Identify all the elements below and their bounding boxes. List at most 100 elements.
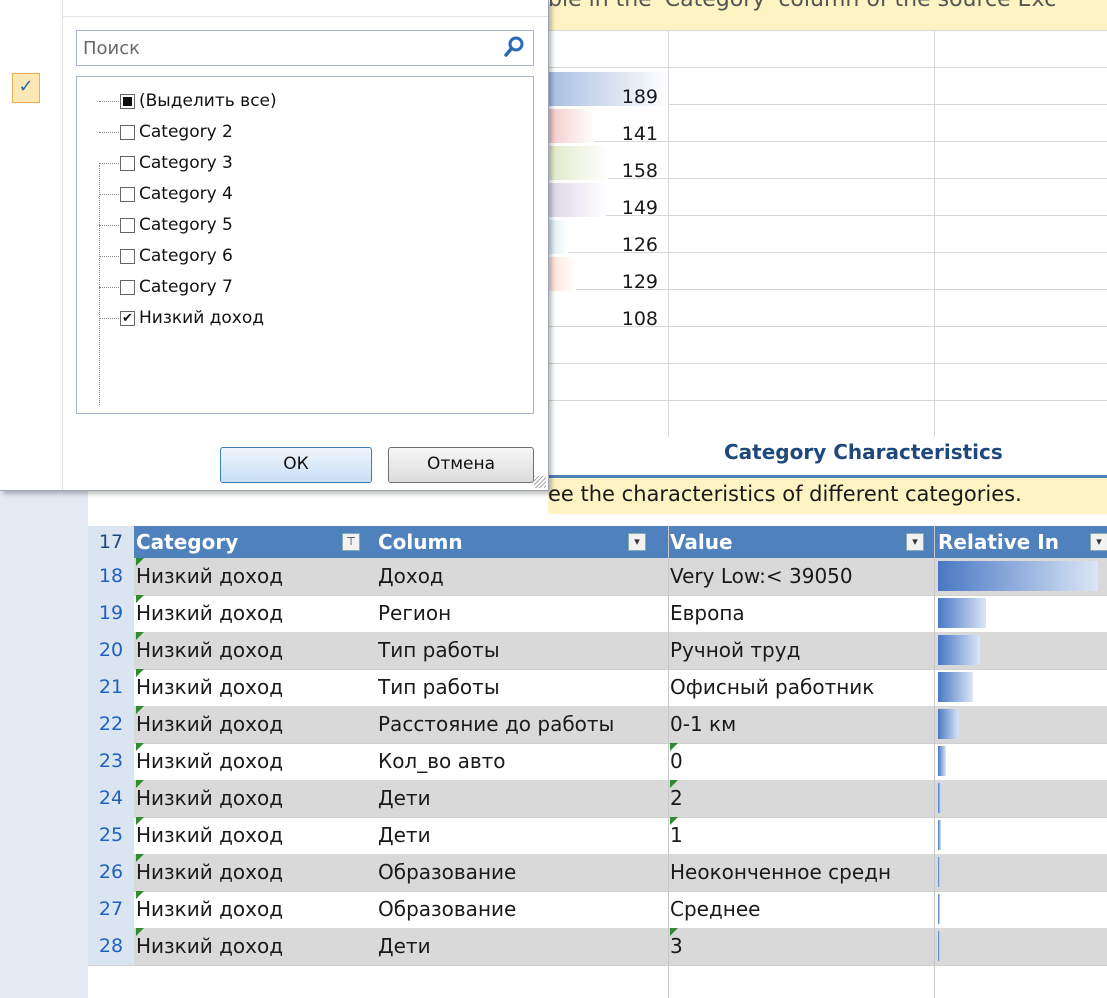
grid-line: [934, 30, 935, 437]
row-number[interactable]: 28: [88, 928, 134, 965]
spreadsheet-window: ble in the 'Category' column of the sour…: [0, 0, 1107, 998]
row-number[interactable]: 20: [88, 632, 134, 669]
cell-category[interactable]: Низкий доход: [136, 743, 376, 780]
cell-column[interactable]: Расстояние до работы: [378, 706, 668, 743]
cell-value[interactable]: 3: [670, 928, 935, 965]
relative-impact-bar: [938, 598, 986, 628]
error-indicator-icon: [136, 743, 144, 751]
error-indicator-icon: [136, 891, 144, 899]
cell-column[interactable]: Тип работы: [378, 669, 668, 706]
resize-grip-icon[interactable]: [534, 476, 546, 488]
cancel-button[interactable]: Отмена: [388, 447, 534, 483]
cell-column[interactable]: Доход: [378, 558, 668, 595]
section-desc: ee the characteristics of different cate…: [548, 482, 1022, 506]
table-row: 18 Низкий доход Доход Very Low:< 39050: [88, 558, 1107, 596]
relative-impact-bar: [938, 561, 1098, 591]
cell-category[interactable]: Низкий доход: [136, 780, 376, 817]
error-indicator-icon: [136, 632, 144, 640]
cell-value[interactable]: 0: [670, 743, 935, 780]
cell-category[interactable]: Низкий доход: [136, 891, 376, 928]
checkmark-icon[interactable]: ✓: [12, 73, 40, 103]
dialog-menu-column: ✓: [0, 0, 63, 490]
tree-connector: [99, 87, 119, 102]
table-header-row: 17 Category ⊤ Column ▾ Value ▾ Relative …: [88, 526, 1107, 558]
cell-value[interactable]: 129: [548, 263, 658, 301]
cell-value[interactable]: Ручной труд: [670, 632, 935, 669]
table-row: 24 Низкий доход Дети 2: [88, 780, 1107, 818]
cell-value[interactable]: Неоконченное средн: [670, 854, 935, 891]
cell-category[interactable]: Низкий доход: [136, 928, 376, 965]
row-number[interactable]: 24: [88, 780, 134, 817]
filter-dropdown-icon[interactable]: ▾: [1090, 533, 1107, 551]
cell-category[interactable]: Низкий доход: [136, 854, 376, 891]
cell-category[interactable]: Низкий доход: [136, 632, 376, 669]
table-row: 25 Низкий доход Дети 1: [88, 817, 1107, 855]
error-indicator-icon: [136, 780, 144, 788]
relative-impact-bar: [938, 635, 980, 665]
header-column[interactable]: Column: [378, 526, 628, 558]
error-indicator-icon: [670, 780, 678, 788]
cell-value[interactable]: 2: [670, 780, 935, 817]
filter-dropdown-icon[interactable]: ▾: [628, 533, 646, 551]
error-indicator-icon: [670, 928, 678, 936]
cell-category[interactable]: Низкий доход: [136, 669, 376, 706]
cell-category[interactable]: Низкий доход: [136, 817, 376, 854]
search-input[interactable]: [81, 33, 495, 63]
filter-item-label: Category 6: [139, 246, 233, 266]
filter-active-icon[interactable]: ⊤: [342, 533, 360, 551]
search-icon[interactable]: [503, 35, 525, 59]
cell-value[interactable]: 0-1 км: [670, 706, 935, 743]
error-indicator-icon: [136, 558, 144, 566]
row-number[interactable]: 23: [88, 743, 134, 780]
header-category[interactable]: Category: [136, 526, 366, 558]
cell-column[interactable]: Регион: [378, 595, 668, 632]
tree-connector: [99, 118, 119, 133]
checkbox[interactable]: [120, 218, 135, 233]
tree-connector: [99, 273, 119, 288]
checkbox[interactable]: [120, 280, 135, 295]
cell-value[interactable]: Европа: [670, 595, 935, 632]
header-value[interactable]: Value: [670, 526, 920, 558]
cell-column[interactable]: Тип работы: [378, 632, 668, 669]
error-indicator-icon: [136, 854, 144, 862]
filter-dropdown-icon[interactable]: ▾: [906, 533, 924, 551]
grid-line: [548, 400, 1107, 401]
checkbox[interactable]: [120, 125, 135, 140]
divider: [62, 16, 548, 17]
cell-value[interactable]: Офисный работник: [670, 669, 935, 706]
row-number[interactable]: 25: [88, 817, 134, 854]
error-indicator-icon: [136, 928, 144, 936]
cell-column[interactable]: Образование: [378, 854, 668, 891]
cell-value[interactable]: 108: [548, 300, 658, 338]
error-indicator-icon: [136, 595, 144, 603]
checkbox[interactable]: [120, 94, 135, 109]
row-number[interactable]: 22: [88, 706, 134, 743]
checkbox[interactable]: ✔: [120, 311, 135, 326]
checkbox[interactable]: [120, 249, 135, 264]
search-box[interactable]: [76, 30, 534, 66]
cell-value[interactable]: Среднее: [670, 891, 935, 928]
tree-connector: [99, 211, 119, 226]
row-number[interactable]: 18: [88, 558, 134, 595]
cell-column[interactable]: Образование: [378, 891, 668, 928]
cell-value[interactable]: 1: [670, 817, 935, 854]
cell-value[interactable]: Very Low:< 39050: [670, 558, 935, 595]
cell-category[interactable]: Низкий доход: [136, 558, 376, 595]
header-relative-impact[interactable]: Relative In: [938, 526, 1088, 558]
error-indicator-icon: [136, 706, 144, 714]
cell-column[interactable]: Дети: [378, 928, 668, 965]
row-number[interactable]: 21: [88, 669, 134, 706]
row-number[interactable]: 27: [88, 891, 134, 928]
cell-column[interactable]: Кол_во авто: [378, 743, 668, 780]
filter-item-label: Category 5: [139, 215, 233, 235]
ok-button[interactable]: ОК: [220, 447, 372, 483]
cell-column[interactable]: Дети: [378, 817, 668, 854]
row-number[interactable]: 17: [88, 526, 134, 558]
cell-column[interactable]: Дети: [378, 780, 668, 817]
row-number[interactable]: 26: [88, 854, 134, 891]
row-number[interactable]: 19: [88, 595, 134, 632]
cell-category[interactable]: Низкий доход: [136, 595, 376, 632]
checkbox[interactable]: [120, 187, 135, 202]
checkbox[interactable]: [120, 156, 135, 171]
cell-category[interactable]: Низкий доход: [136, 706, 376, 743]
